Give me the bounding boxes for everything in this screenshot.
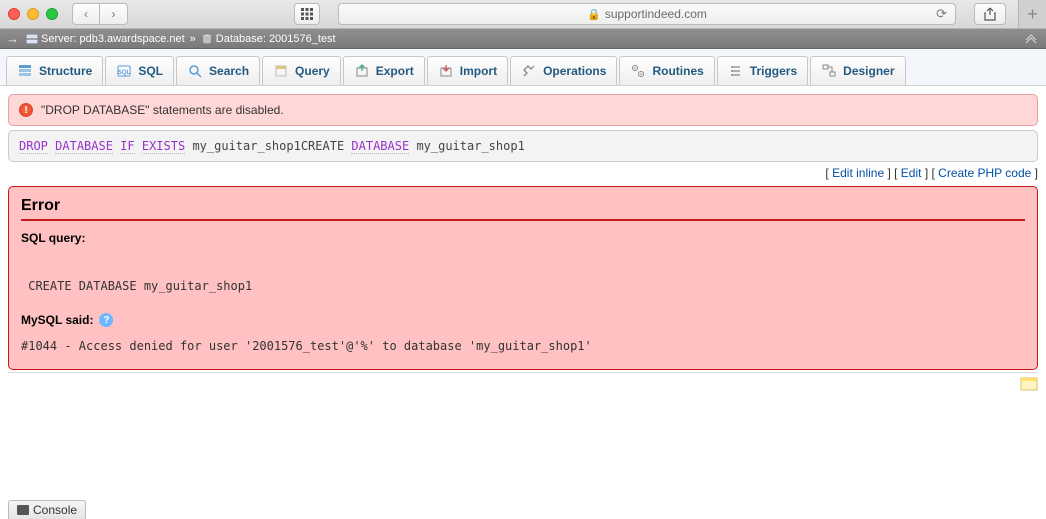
tab-label: Query: [295, 64, 330, 78]
breadcrumb-db-label: Database:: [216, 33, 266, 45]
tab-label: Structure: [39, 64, 92, 78]
edit-link[interactable]: Edit: [901, 166, 922, 180]
tab-sql[interactable]: SQL SQL: [105, 56, 174, 85]
mysql-error-message: #1044 - Access denied for user '2001576_…: [21, 339, 1025, 353]
forward-button[interactable]: ›: [100, 3, 128, 25]
tab-label: Search: [209, 64, 249, 78]
window-controls: [8, 8, 58, 20]
breadcrumb-database[interactable]: Database: 2001576_test: [201, 33, 336, 45]
create-php-link[interactable]: Create PHP code: [938, 166, 1031, 180]
back-button[interactable]: ‹: [72, 3, 100, 25]
operations-icon: [521, 63, 537, 79]
zoom-window-button[interactable]: [46, 8, 58, 20]
bookmark-icon[interactable]: [1020, 377, 1038, 391]
tab-structure[interactable]: Structure: [6, 56, 103, 85]
address-bar[interactable]: 🔒 supportindeed.com ⟳: [338, 3, 956, 25]
tab-label: SQL: [138, 64, 163, 78]
sql-keyword: IF: [120, 139, 134, 154]
mysql-said-label: MySQL said:: [21, 313, 93, 327]
sql-keyword: EXISTS: [142, 139, 185, 154]
warning-banner: ! "DROP DATABASE" statements are disable…: [8, 94, 1038, 126]
tab-label: Export: [376, 64, 414, 78]
sql-preview: DROP DATABASE IF EXISTS my_guitar_shop1C…: [8, 130, 1038, 162]
export-icon: [354, 63, 370, 79]
sql-keyword: DROP: [19, 139, 48, 154]
tab-label: Routines: [652, 64, 703, 78]
tab-strip: Structure SQL SQL Search Query Export Imp…: [0, 49, 1046, 86]
mysql-said-row: MySQL said: ?: [21, 307, 1025, 333]
breadcrumb-server-label: Server:: [41, 33, 76, 45]
tab-operations[interactable]: Operations: [510, 56, 617, 85]
tab-import[interactable]: Import: [427, 56, 508, 85]
triggers-icon: [728, 63, 744, 79]
designer-icon: [821, 63, 837, 79]
query-icon: [273, 63, 289, 79]
svg-text:SQL: SQL: [118, 70, 131, 76]
routines-icon: [630, 63, 646, 79]
warning-text: "DROP DATABASE" statements are disabled.: [41, 103, 284, 117]
console-label: Console: [33, 503, 77, 517]
breadcrumb: → Server: pdb3.awardspace.net » Database…: [0, 29, 1046, 49]
nav-arrow-icon[interactable]: →: [6, 31, 19, 46]
address-host: supportindeed.com: [605, 7, 707, 21]
sql-keyword: DATABASE: [55, 139, 113, 154]
console-icon: [17, 505, 29, 515]
browser-chrome: ‹ › 🔒 supportindeed.com ⟳ +: [0, 0, 1046, 29]
error-panel: Error SQL query: CREATE DATABASE my_guit…: [8, 186, 1038, 370]
breadcrumb-sep: »: [190, 33, 196, 45]
share-button[interactable]: [974, 3, 1006, 25]
database-icon: [201, 33, 213, 45]
sql-icon: SQL: [116, 63, 132, 79]
sql-query-label: SQL query:: [21, 231, 1025, 245]
help-icon[interactable]: ?: [99, 313, 113, 327]
warning-icon: !: [19, 103, 33, 117]
reload-icon[interactable]: ⟳: [936, 6, 947, 22]
collapse-breadcrumb-button[interactable]: [1022, 32, 1040, 46]
sql-token: my_guitar_shop1: [416, 139, 524, 153]
sql-token: my_guitar_shop1CREATE: [192, 139, 344, 153]
console-toggle[interactable]: Console: [8, 500, 86, 519]
tab-query[interactable]: Query: [262, 56, 341, 85]
error-heading: Error: [21, 197, 1025, 221]
tab-label: Operations: [543, 64, 606, 78]
tab-search[interactable]: Search: [176, 56, 260, 85]
import-icon: [438, 63, 454, 79]
sql-actions: [ Edit inline ] [ Edit ] [ Create PHP co…: [0, 162, 1046, 184]
tab-label: Import: [460, 64, 497, 78]
sql-keyword: DATABASE: [351, 139, 409, 154]
search-icon: [187, 63, 203, 79]
minimize-window-button[interactable]: [27, 8, 39, 20]
top-sites-button[interactable]: [294, 3, 320, 25]
close-window-button[interactable]: [8, 8, 20, 20]
bookmark-row: [8, 372, 1038, 391]
tab-label: Triggers: [750, 64, 797, 78]
structure-icon: [17, 63, 33, 79]
tab-triggers[interactable]: Triggers: [717, 56, 808, 85]
breadcrumb-db-name: 2001576_test: [269, 33, 336, 45]
edit-inline-link[interactable]: Edit inline: [832, 166, 884, 180]
tab-routines[interactable]: Routines: [619, 56, 714, 85]
tab-export[interactable]: Export: [343, 56, 425, 85]
breadcrumb-server[interactable]: Server: pdb3.awardspace.net: [26, 33, 185, 45]
nav-buttons: ‹ ›: [72, 3, 128, 25]
breadcrumb-server-name: pdb3.awardspace.net: [79, 33, 184, 45]
tab-label: Designer: [843, 64, 894, 78]
sql-query-body: CREATE DATABASE my_guitar_shop1: [21, 251, 1025, 293]
lock-icon: 🔒: [587, 8, 601, 21]
new-tab-button[interactable]: +: [1018, 0, 1046, 28]
tab-designer[interactable]: Designer: [810, 56, 905, 85]
server-icon: [26, 33, 38, 45]
